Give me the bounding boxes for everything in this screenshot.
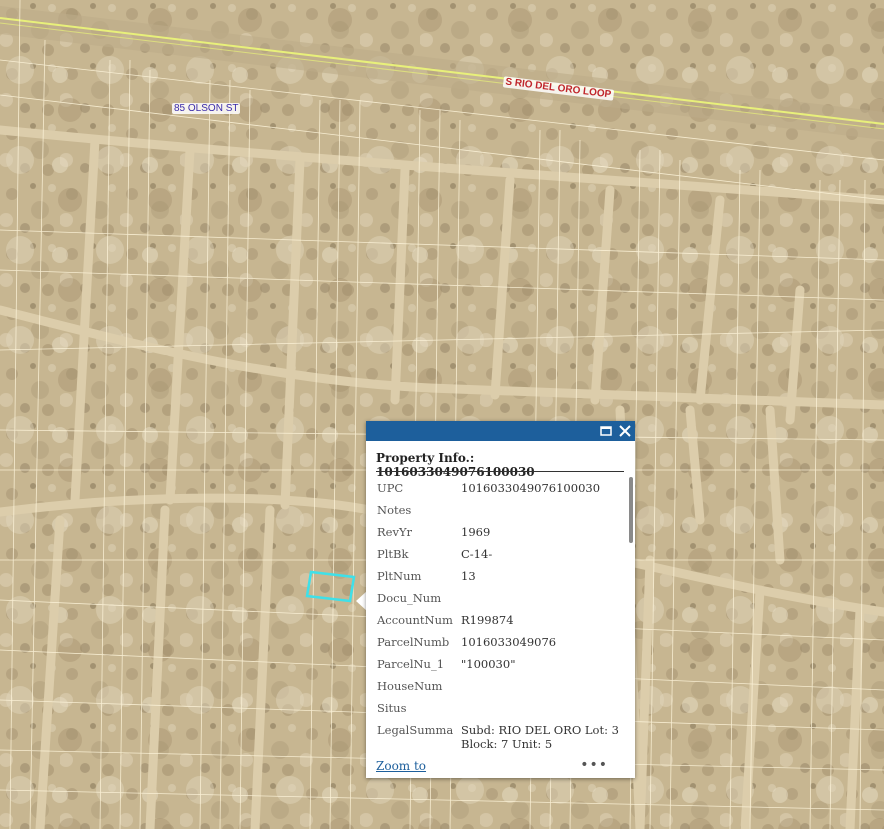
attribute-value: 13	[461, 569, 476, 583]
popup-title: Property Info.: 1016033049076100030	[376, 451, 535, 479]
divider	[376, 471, 624, 472]
scrollbar[interactable]	[629, 477, 633, 543]
attribute-key: Docu_Num	[377, 591, 442, 605]
attribute-row: LegalSumma Subd: RIO DEL ORO Lot: 3 Block…	[376, 719, 626, 751]
attribute-row: AccountNum R199874	[376, 609, 626, 631]
attribute-row: ParcelNu_1 "100030"	[376, 653, 626, 675]
property-info-popup: Property Info.: 1016033049076100030 UPC 1…	[366, 421, 635, 778]
attribute-value: 1016033049076	[461, 635, 557, 649]
attribute-row: Notes	[376, 499, 626, 521]
attribute-value: "100030"	[461, 657, 516, 671]
attribute-key: HouseNum	[377, 679, 443, 693]
attribute-row: Docu_Num	[376, 587, 626, 609]
attribute-row: UPC 1016033049076100030	[376, 477, 626, 499]
attribute-table: UPC 1016033049076100030 Notes RevYr 1969 PltB…	[376, 477, 626, 752]
attribute-row: PltBk C-14-	[376, 543, 626, 565]
attribute-key: AccountNum	[377, 613, 453, 627]
attribute-key: ParcelNu_1	[377, 657, 445, 671]
attribute-value: C-14-	[461, 547, 493, 561]
attribute-row: ParcelNumb 1016033049076	[376, 631, 626, 653]
attribute-value	[461, 591, 626, 609]
attribute-value: R199874	[461, 613, 514, 627]
attribute-value: Subd: RIO DEL ORO Lot: 3 Block: 7 Unit: …	[461, 723, 619, 751]
popup-header	[366, 421, 635, 441]
attribute-key: PltBk	[377, 547, 409, 561]
attribute-key: Notes	[377, 503, 412, 517]
attribute-key: RevYr	[377, 525, 413, 539]
zoom-to-link[interactable]: Zoom to	[376, 759, 426, 773]
attribute-row: PltNum 13	[376, 565, 626, 587]
close-icon[interactable]	[617, 423, 633, 439]
attribute-row: RevYr 1969	[376, 521, 626, 543]
attribute-key: LegalSumma	[377, 723, 454, 737]
attribute-value: 1969	[461, 525, 491, 539]
popup-footer: Zoom to •••	[376, 757, 626, 775]
road-label-olson: 85 OLSON ST	[172, 103, 241, 114]
attribute-value	[461, 679, 626, 697]
maximize-icon[interactable]	[598, 423, 614, 439]
attribute-value: 1016033049076100030	[461, 481, 601, 495]
attribute-key: Situs	[377, 701, 407, 715]
more-actions-icon[interactable]: •••	[580, 757, 608, 773]
attribute-value	[461, 701, 626, 719]
attribute-key: UPC	[377, 481, 404, 495]
attribute-key: ParcelNumb	[377, 635, 450, 649]
attribute-row: Situs	[376, 697, 626, 719]
attribute-value	[461, 503, 626, 521]
attribute-row: HouseNum	[376, 675, 626, 697]
attribute-key: PltNum	[377, 569, 422, 583]
